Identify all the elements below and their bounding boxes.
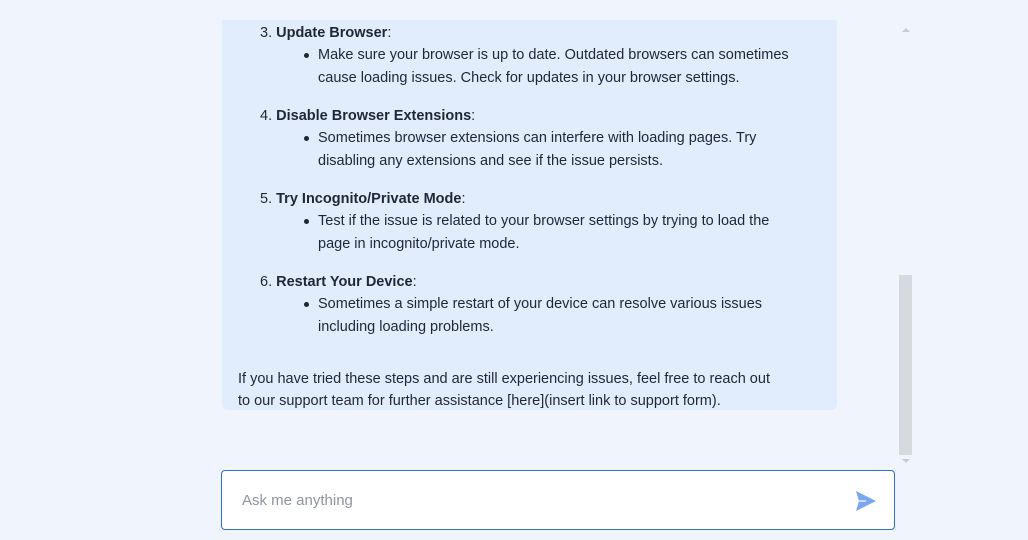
scroll-up-arrow-icon[interactable] [902,28,910,32]
bullet-line: cause loading issues. Check for updates … [318,69,740,86]
chat-scrollbar[interactable] [899,20,912,468]
closing-paragraph: If you have tried these steps and are st… [238,368,823,413]
bullet-line: Make sure your browser is up to date. Ou… [318,47,789,63]
step-heading: 4. Disable Browser Extensions: [260,105,820,127]
troubleshooting-steps: 3. Update Browser: Make sure your browse… [260,22,820,354]
step-colon: : [387,25,392,41]
bullet-line: including loading problems. [318,318,494,335]
bullet-line: Sometimes a simple restart of your devic… [318,296,763,312]
step-item: 4. Disable Browser Extensions: Sometimes… [260,105,820,172]
bullet-line: disabling any extensions and see if the … [318,152,663,169]
step-title: Try Incognito/Private Mode [276,191,462,207]
scroll-down-arrow-icon[interactable] [902,459,910,463]
chat-scroll-area[interactable]: 3. Update Browser: Make sure your browse… [222,20,912,460]
step-heading: 3. Update Browser: [260,22,820,44]
step-item: 5. Try Incognito/Private Mode: Test if t… [260,188,820,255]
closing-line: If you have tried these steps and are st… [238,370,770,387]
send-button[interactable] [852,487,880,515]
bullet-line: Test if the issue is related to your bro… [318,213,770,229]
step-item: 3. Update Browser: Make sure your browse… [260,22,820,89]
step-number: 5. [260,191,273,207]
closing-line: to our support team for further assistan… [238,393,721,409]
step-title: Restart Your Device [276,274,413,290]
bullet-dot [304,219,309,224]
step-title: Update Browser [276,25,388,41]
bullet-dot [304,136,309,141]
step-item: 6. Restart Your Device: Sometimes a simp… [260,271,820,338]
step-bullet: Test if the issue is related to your bro… [304,210,820,255]
message-input[interactable] [242,489,832,511]
scrollbar-thumb[interactable] [899,275,912,455]
step-colon: : [471,108,476,124]
send-icon [856,491,876,511]
step-number: 4. [260,108,273,124]
bullet-line: page in incognito/private mode. [318,235,520,252]
step-colon: : [412,274,417,290]
step-bullets: Sometimes a simple restart of your devic… [260,293,820,338]
step-colon: : [461,191,466,207]
chat-app: 3. Update Browser: Make sure your browse… [0,0,1028,540]
bullet-line: Sometimes browser extensions can interfe… [318,130,757,146]
step-title: Disable Browser Extensions [276,108,472,124]
bullet-dot [304,53,309,58]
step-bullets: Make sure your browser is up to date. Ou… [260,44,820,89]
top-strip [0,0,1028,20]
step-number: 3. [260,25,273,41]
bullet-dot [304,302,309,307]
step-heading: 6. Restart Your Device: [260,271,820,293]
step-bullets: Test if the issue is related to your bro… [260,210,820,255]
assistant-message-bubble: 3. Update Browser: Make sure your browse… [222,20,837,410]
step-bullet: Sometimes browser extensions can interfe… [304,127,820,172]
message-composer [221,470,895,530]
step-bullets: Sometimes browser extensions can interfe… [260,127,820,172]
step-bullet: Sometimes a simple restart of your devic… [304,293,820,338]
step-number: 6. [260,274,273,290]
step-bullet: Make sure your browser is up to date. Ou… [304,44,820,89]
step-heading: 5. Try Incognito/Private Mode: [260,188,820,210]
